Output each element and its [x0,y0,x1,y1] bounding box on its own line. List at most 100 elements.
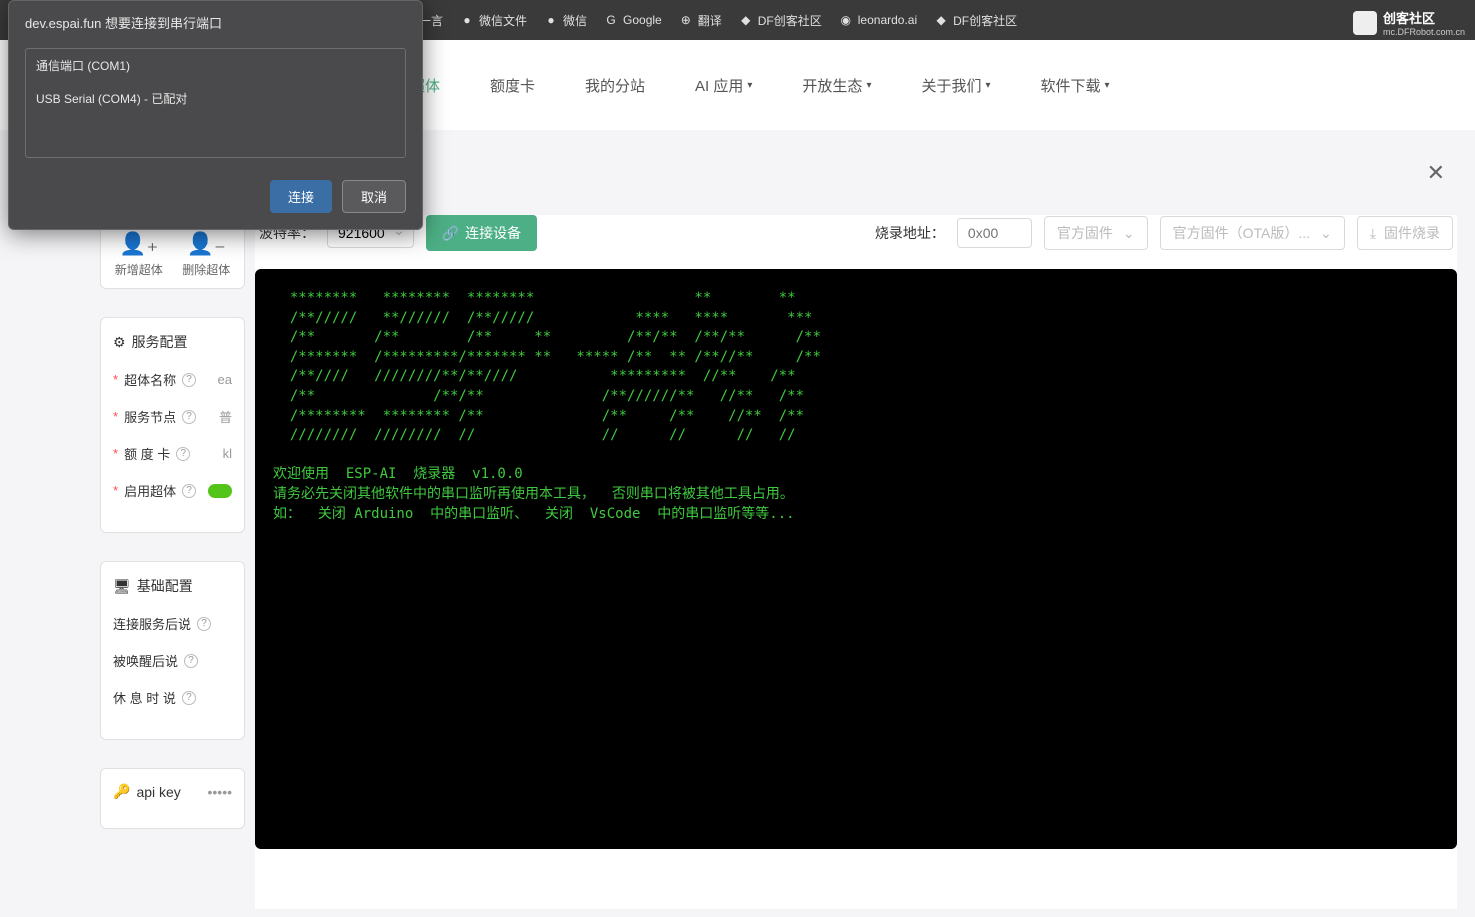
help-icon[interactable]: ? [182,410,196,424]
serial-terminal[interactable]: ******** ******** ******** ** ** /**////… [255,269,1457,849]
bookmark-icon: ⊕ [678,12,694,28]
firmware-label: 官方固件 [1057,223,1113,243]
port-item[interactable]: 通信端口 (COM1) [26,49,405,82]
key-icon: 🔑 [113,783,130,800]
sidebar-row: 休 息 时 说 ? [113,688,232,707]
nav-item-ecosystem[interactable]: 开放生态 ▾ [802,75,871,96]
row-label: 超体名称 [124,370,176,389]
section-header: 🔑 api key ••••• [113,783,232,800]
bookmark-item[interactable]: ●微信文件 [459,12,527,29]
row-value: 普 [219,407,232,426]
firmware-select-official[interactable]: 官方固件 [1044,216,1148,250]
flasher-toolbar: 波特率： 921600 🔗 连接设备 烧录地址： 官方固件 官方固件（OTA版）… [255,215,1457,251]
help-icon[interactable]: ? [182,484,196,498]
firmware-ota-label: 官方固件（OTA版）... [1173,223,1310,243]
flash-firmware-button[interactable]: ⤓ 固件烧录 [1357,216,1453,250]
row-label: 被唤醒后说 [113,651,178,670]
bookmark-label: 翻译 [698,12,722,29]
left-sidebar: 👤₊ 新增超体 👤₋ 删除超体 ⚙ 服务配置 *超体名称 ? ea *服务节点 … [100,220,245,857]
bookmark-item[interactable]: G Google [603,12,662,28]
action-label: 删除超体 [182,263,230,277]
firmware-select-ota[interactable]: 官方固件（OTA版）... [1160,216,1345,250]
sidebar-section-apikey: 🔑 api key ••••• [100,768,245,829]
nav-label: 我的分站 [585,75,645,96]
bookmark-label: DF创客社区 [758,12,822,29]
chevron-down-icon: ▾ [866,80,871,91]
dialog-actions: 连接 取消 [9,170,422,229]
bookmark-item[interactable]: ⊕翻译 [678,12,722,29]
section-title: api key [136,784,180,800]
dialog-connect-button[interactable]: 连接 [270,180,332,213]
row-label: 启用超体 [124,481,176,500]
nav-item-aiapp[interactable]: AI 应用 ▾ [695,75,752,96]
section-header: ⚙ 服务配置 [113,332,232,352]
row-value: ea [218,372,232,387]
chevron-down-icon: ▾ [747,80,752,91]
nav-label: 软件下载 [1041,75,1101,96]
enable-toggle[interactable] [208,484,232,498]
link-icon: 🔗 [442,225,459,242]
nav-item-download[interactable]: 软件下载 ▾ [1041,75,1110,96]
port-item[interactable]: USB Serial (COM4) - 已配对 [26,82,405,115]
bookmark-icon: ◉ [838,12,854,28]
dialog-cancel-button[interactable]: 取消 [342,180,406,213]
sidebar-row: 被唤醒后说 ? [113,651,232,670]
bookmark-item[interactable]: ◆DF创客社区 [933,12,1017,29]
row-label: 服务节点 [124,407,176,426]
bookmark-icon: G [603,12,619,28]
help-icon[interactable]: ? [182,691,196,705]
bookmark-label: leonardo.ai [858,13,917,27]
nav-label: AI 应用 [695,75,743,96]
nav-label: 关于我们 [921,75,981,96]
close-icon[interactable]: ✕ [1427,160,1445,186]
sidebar-row: *服务节点 ? 普 [113,407,232,426]
nav-item-mysite[interactable]: 我的分站 [585,75,645,96]
user-plus-icon: 👤₊ [109,231,169,257]
help-icon[interactable]: ? [184,654,198,668]
sidebar-section-service: ⚙ 服务配置 *超体名称 ? ea *服务节点 ? 普 *额 度 卡 ? kl … [100,317,245,533]
connect-device-button[interactable]: 🔗 连接设备 [426,215,537,251]
bookmark-item[interactable]: ◆DF创客社区 [738,12,822,29]
section-title: 基础配置 [137,576,193,596]
help-icon[interactable]: ? [182,373,196,387]
bookmark-label: 微信文件 [479,12,527,29]
robot-icon [1353,11,1377,35]
corner-text: 创客社区 [1383,8,1465,27]
sidebar-row: *超体名称 ? ea [113,370,232,389]
add-superbody-button[interactable]: 👤₊ 新增超体 [109,231,169,278]
user-minus-icon: 👤₋ [177,231,237,257]
nav-label: 额度卡 [490,75,535,96]
bookmark-item[interactable]: ●微信 [543,12,587,29]
site-logo-corner: 创客社区 mc.DFRobot.com.cn [1353,8,1465,37]
bookmark-icon: ◆ [933,12,949,28]
addr-label: 烧录地址： [875,223,945,243]
row-value: kl [223,446,232,461]
help-icon[interactable]: ? [176,447,190,461]
row-label: 连接服务后说 [113,614,191,633]
port-list: 通信端口 (COM1) USB Serial (COM4) - 已配对 [25,48,406,158]
nav-item-about[interactable]: 关于我们 ▾ [921,75,990,96]
sidebar-section-basic: 🖥 基础配置 连接服务后说 ? 被唤醒后说 ? 休 息 时 说 ? [100,561,245,740]
section-title: 服务配置 [132,332,188,352]
apikey-masked: ••••• [207,784,232,800]
section-header: 🖥 基础配置 [113,576,232,596]
nav-item-quota[interactable]: 额度卡 [490,75,535,96]
chevron-down-icon: ▾ [1105,80,1110,91]
flash-address-input[interactable] [957,218,1032,248]
row-label: 休 息 时 说 [113,688,176,707]
help-icon[interactable]: ? [197,617,211,631]
serial-port-dialog: dev.espai.fun 想要连接到串行端口 通信端口 (COM1) USB … [8,0,423,230]
chevron-down-icon: ▾ [985,80,990,91]
action-label: 新增超体 [115,263,163,277]
remove-superbody-button[interactable]: 👤₋ 删除超体 [177,231,237,278]
sidebar-row: *额 度 卡 ? kl [113,444,232,463]
bookmark-label: Google [623,13,662,27]
sidebar-top-actions: 👤₊ 新增超体 👤₋ 删除超体 [100,220,245,289]
nav-label: 开放生态 [802,75,862,96]
bookmark-icon: ◆ [738,12,754,28]
corner-sub: mc.DFRobot.com.cn [1383,27,1465,37]
download-icon: ⤓ [1370,225,1376,242]
row-label: 额 度 卡 [124,444,170,463]
flasher-panel: 波特率： 921600 🔗 连接设备 烧录地址： 官方固件 官方固件（OTA版）… [255,215,1457,909]
bookmark-item[interactable]: ◉ leonardo.ai [838,12,917,28]
